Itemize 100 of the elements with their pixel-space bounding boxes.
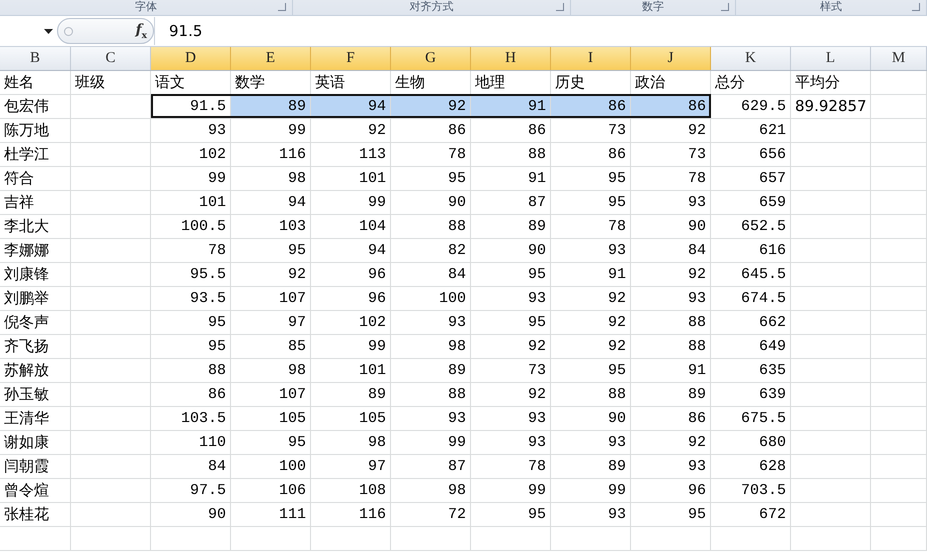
empty-cell[interactable] [871, 143, 927, 167]
empty-cell[interactable] [311, 527, 391, 551]
ribbon-group-label: 对齐方式 [410, 0, 454, 13]
table-cell: 88 [391, 383, 471, 407]
empty-cell[interactable] [551, 527, 631, 551]
empty-cell[interactable] [791, 479, 871, 503]
empty-cell[interactable] [791, 119, 871, 143]
empty-cell[interactable] [791, 527, 871, 551]
empty-cell[interactable] [71, 263, 151, 287]
empty-cell[interactable] [71, 287, 151, 311]
table-cell: 89 [551, 455, 631, 479]
empty-cell[interactable] [231, 527, 311, 551]
empty-cell[interactable] [71, 311, 151, 335]
empty-cell[interactable] [871, 407, 927, 431]
empty-cell[interactable] [791, 335, 871, 359]
empty-cell[interactable] [791, 191, 871, 215]
empty-cell[interactable] [791, 263, 871, 287]
column-header[interactable]: D [151, 47, 231, 70]
column-header[interactable]: I [551, 47, 631, 70]
empty-cell[interactable] [71, 479, 151, 503]
empty-cell[interactable] [871, 215, 927, 239]
empty-cell[interactable] [871, 455, 927, 479]
empty-cell[interactable] [71, 191, 151, 215]
empty-cell[interactable] [71, 215, 151, 239]
empty-cell[interactable] [871, 239, 927, 263]
empty-cell[interactable] [871, 191, 927, 215]
empty-cell[interactable] [0, 527, 71, 551]
dropdown-arrow-icon[interactable] [44, 28, 53, 34]
column-header[interactable]: M [871, 47, 927, 70]
empty-cell[interactable] [71, 431, 151, 455]
empty-cell[interactable] [391, 527, 471, 551]
empty-cell[interactable] [791, 167, 871, 191]
empty-cell[interactable] [791, 407, 871, 431]
column-header[interactable]: H [471, 47, 551, 70]
empty-cell[interactable] [871, 527, 927, 551]
empty-cell[interactable] [71, 527, 151, 551]
table-cell: 674.5 [711, 287, 791, 311]
empty-cell[interactable] [71, 383, 151, 407]
empty-cell[interactable] [871, 71, 927, 95]
column-header[interactable]: J [631, 47, 711, 70]
ribbon-group-label: 数字 [642, 0, 664, 13]
empty-cell[interactable] [871, 383, 927, 407]
empty-cell[interactable] [71, 503, 151, 527]
empty-cell[interactable] [871, 479, 927, 503]
table-cell: 113 [311, 143, 391, 167]
empty-cell[interactable] [871, 95, 927, 119]
empty-cell[interactable] [631, 527, 711, 551]
empty-cell[interactable] [471, 527, 551, 551]
column-header[interactable]: K [711, 47, 791, 70]
column-header[interactable]: F [311, 47, 391, 70]
empty-cell[interactable] [71, 143, 151, 167]
dialog-launcher-icon[interactable] [721, 3, 729, 11]
table-cell: 98 [311, 431, 391, 455]
column-header[interactable]: G [391, 47, 471, 70]
table-cell: 李北大 [0, 215, 71, 239]
table-cell: 78 [631, 167, 711, 191]
empty-cell[interactable] [871, 335, 927, 359]
empty-cell[interactable] [791, 311, 871, 335]
empty-cell[interactable] [71, 239, 151, 263]
empty-cell[interactable] [791, 503, 871, 527]
insert-function-button[interactable]: f$_{x}$ [136, 22, 147, 40]
table-cell: 95 [551, 359, 631, 383]
empty-cell[interactable] [871, 311, 927, 335]
empty-cell[interactable] [871, 287, 927, 311]
column-header[interactable]: E [231, 47, 311, 70]
empty-cell[interactable] [711, 527, 791, 551]
empty-cell[interactable] [791, 383, 871, 407]
empty-cell[interactable] [871, 359, 927, 383]
empty-cell[interactable] [871, 263, 927, 287]
table-cell: 95 [231, 239, 311, 263]
table-cell: 谢如康 [0, 431, 71, 455]
empty-cell[interactable] [71, 119, 151, 143]
empty-cell[interactable] [71, 335, 151, 359]
empty-cell[interactable] [871, 119, 927, 143]
resize-handle-icon[interactable] [64, 26, 73, 36]
formula-input-field[interactable]: 91.5 [154, 17, 927, 45]
empty-cell[interactable] [791, 287, 871, 311]
empty-cell[interactable] [71, 407, 151, 431]
empty-cell[interactable] [71, 455, 151, 479]
empty-cell[interactable] [791, 215, 871, 239]
empty-cell[interactable] [791, 431, 871, 455]
empty-cell[interactable] [871, 431, 927, 455]
empty-cell[interactable] [871, 503, 927, 527]
column-header[interactable]: L [791, 47, 871, 70]
table-header-cell: 地理 [471, 71, 551, 95]
column-header[interactable]: B [0, 47, 71, 70]
dialog-launcher-icon[interactable] [556, 3, 564, 11]
table-cell: 93 [631, 455, 711, 479]
dialog-launcher-icon[interactable] [912, 3, 920, 11]
table-cell: 616 [711, 239, 791, 263]
empty-cell[interactable] [151, 527, 231, 551]
empty-cell[interactable] [791, 143, 871, 167]
empty-cell[interactable] [791, 239, 871, 263]
empty-cell[interactable] [871, 167, 927, 191]
table-cell: 92 [631, 431, 711, 455]
empty-cell[interactable] [71, 167, 151, 191]
empty-cell[interactable] [791, 359, 871, 383]
empty-cell[interactable] [71, 359, 151, 383]
dialog-launcher-icon[interactable] [278, 3, 286, 11]
empty-cell[interactable] [791, 455, 871, 479]
